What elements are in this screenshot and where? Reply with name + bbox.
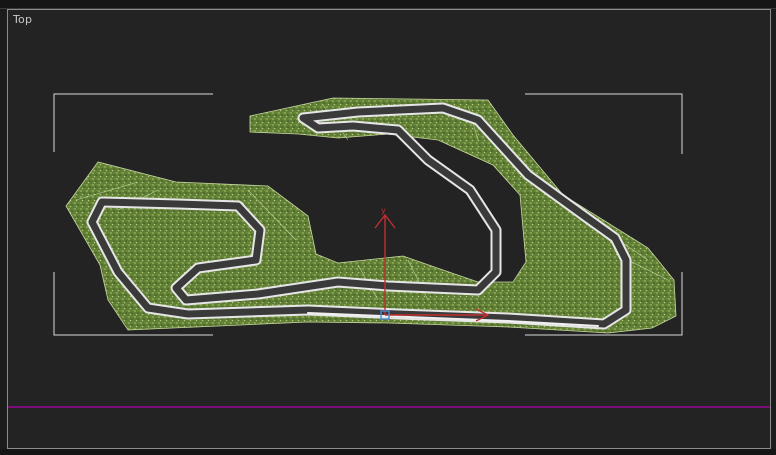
top-toolbar-strip [0,0,776,9]
top-viewport[interactable]: Top y [7,9,771,449]
viewport-scene: y [8,93,770,408]
bottom-status-strip [0,449,776,455]
svg-text:y: y [381,206,386,215]
